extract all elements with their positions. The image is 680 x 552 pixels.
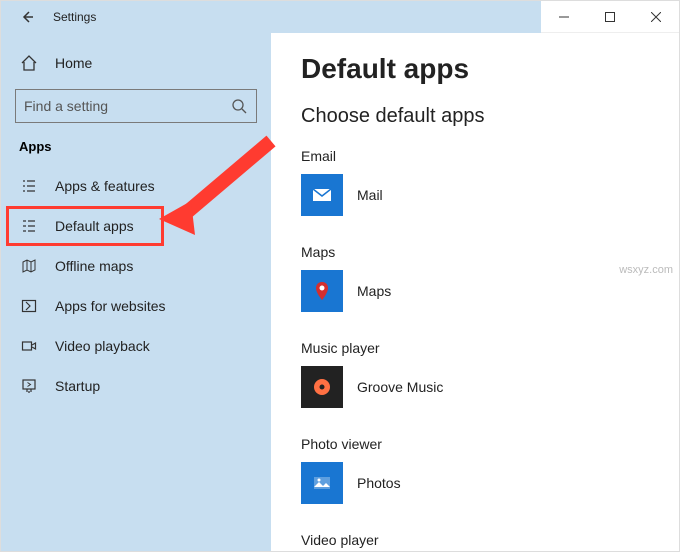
window-title: Settings <box>53 10 96 24</box>
sidebar-item-offline-maps[interactable]: Offline maps <box>1 246 271 286</box>
sidebar-item-label: Apps for websites <box>55 298 166 314</box>
mail-icon <box>301 174 343 216</box>
back-button[interactable] <box>19 9 35 25</box>
photos-icon <box>301 462 343 504</box>
sidebar-item-label: Video playback <box>55 338 150 354</box>
sidebar-item-apps-features[interactable]: Apps & features <box>1 166 271 206</box>
minimize-button[interactable] <box>541 1 587 32</box>
default-app-email[interactable]: Mail <box>301 174 649 216</box>
startup-icon <box>19 376 39 396</box>
window-controls <box>541 1 679 33</box>
default-app-label: Mail <box>357 187 383 203</box>
sidebar-item-startup[interactable]: Startup <box>1 366 271 406</box>
maps-icon <box>301 270 343 312</box>
close-icon <box>651 12 661 22</box>
category-label-maps: Maps <box>301 244 649 260</box>
search-icon <box>230 97 248 115</box>
sidebar-item-video-playback[interactable]: Video playback <box>1 326 271 366</box>
category-label-photos: Photo viewer <box>301 436 649 452</box>
maximize-button[interactable] <box>587 1 633 32</box>
default-app-label: Groove Music <box>357 379 443 395</box>
sidebar-item-default-apps[interactable]: Default apps <box>1 206 271 246</box>
sidebar-item-label: Startup <box>55 378 100 394</box>
back-arrow-icon <box>20 10 34 24</box>
minimize-icon <box>559 12 569 22</box>
titlebar: Settings <box>1 1 679 33</box>
sidebar-item-label: Offline maps <box>55 258 133 274</box>
sidebar-item-apps-websites[interactable]: Apps for websites <box>1 286 271 326</box>
category-label-email: Email <box>301 148 649 164</box>
default-app-photos[interactable]: Photos <box>301 462 649 504</box>
maximize-icon <box>605 12 615 22</box>
close-button[interactable] <box>633 1 679 32</box>
video-icon <box>19 336 39 356</box>
sidebar-section-label: Apps <box>1 137 271 166</box>
home-icon <box>19 53 39 73</box>
default-app-music[interactable]: Groove Music <box>301 366 649 408</box>
sidebar-item-label: Default apps <box>55 218 134 234</box>
page-title: Default apps <box>301 53 649 85</box>
default-app-label: Photos <box>357 475 401 491</box>
search-box[interactable] <box>15 89 257 123</box>
groove-icon <box>301 366 343 408</box>
sidebar-home[interactable]: Home <box>1 43 271 83</box>
search-input[interactable] <box>24 98 230 114</box>
category-label-music: Music player <box>301 340 649 356</box>
default-app-maps[interactable]: Maps <box>301 270 649 312</box>
sidebar: Home Apps Apps & features Default apps <box>1 33 271 551</box>
sidebar-home-label: Home <box>55 55 92 71</box>
page-subtitle: Choose default apps <box>301 105 649 128</box>
websites-icon <box>19 296 39 316</box>
list-icon <box>19 176 39 196</box>
default-app-label: Maps <box>357 283 391 299</box>
category-label-video: Video player <box>301 532 649 548</box>
map-icon <box>19 256 39 276</box>
content-pane: Default apps Choose default apps Email M… <box>271 33 679 551</box>
defaults-icon <box>19 216 39 236</box>
sidebar-item-label: Apps & features <box>55 178 155 194</box>
watermark: wsxyz.com <box>619 264 673 276</box>
